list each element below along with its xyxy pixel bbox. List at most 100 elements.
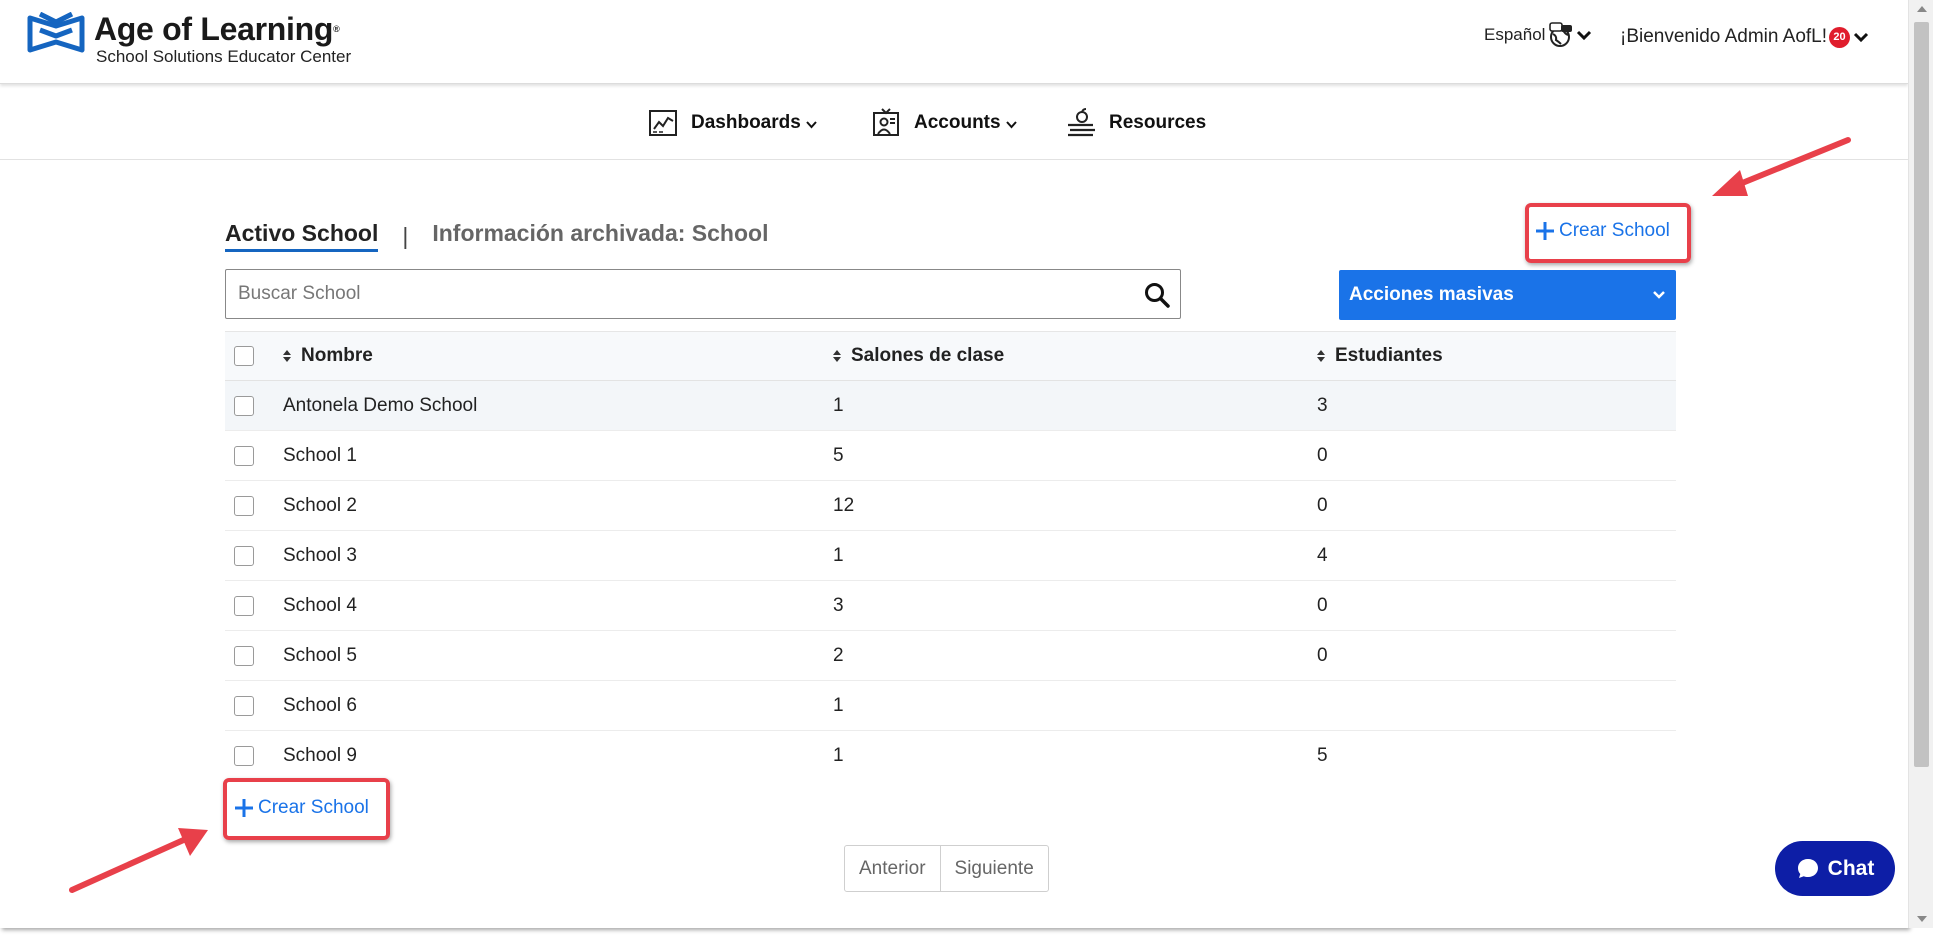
language-label: Español <box>1484 25 1546 44</box>
student-count: 3 <box>1317 394 1328 416</box>
create-school-button-top[interactable]: Crear School <box>1535 220 1670 242</box>
table-row[interactable]: School 3 1 4 <box>225 531 1676 581</box>
classroom-count: 3 <box>833 594 844 616</box>
next-page-button[interactable]: Siguiente <box>939 846 1048 891</box>
tab-archived-schools[interactable]: Información archivada: School <box>432 220 768 252</box>
top-header: Age of Learning® School Solutions Educat… <box>0 0 1908 84</box>
row-checkbox[interactable] <box>234 495 254 516</box>
sort-icon <box>1317 350 1325 362</box>
logo[interactable]: Age of Learning® School Solutions Educat… <box>26 12 351 67</box>
table-row[interactable]: School 5 2 0 <box>225 631 1676 681</box>
table-row[interactable]: School 9 1 5 <box>225 731 1676 781</box>
table-row[interactable]: School 6 1 <box>225 681 1676 731</box>
column-header-classrooms[interactable]: Salones de clase <box>833 345 1004 367</box>
pagination: Anterior Siguiente <box>844 845 1049 892</box>
scroll-up-icon[interactable] <box>1917 6 1927 12</box>
school-name[interactable]: School 2 <box>283 495 357 517</box>
select-all-checkbox[interactable] <box>234 346 254 366</box>
sort-icon <box>833 350 841 362</box>
row-checkbox[interactable] <box>234 595 254 616</box>
browser-page: Age of Learning® School Solutions Educat… <box>0 0 1908 928</box>
search-icon[interactable] <box>1144 282 1170 308</box>
school-tabs: Activo School | Información archivada: S… <box>225 220 768 252</box>
chevron-down-icon <box>1005 120 1017 128</box>
nav-accounts-label: Accounts <box>914 112 1001 133</box>
logo-subtitle: School Solutions Educator Center <box>96 47 352 66</box>
row-checkbox[interactable] <box>234 645 254 666</box>
student-count: 0 <box>1317 494 1328 516</box>
row-checkbox[interactable] <box>234 445 254 466</box>
row-checkbox[interactable] <box>234 695 254 716</box>
table-row[interactable]: Antonela Demo School 1 3 <box>225 381 1676 431</box>
annotation-arrow-bottom <box>69 828 208 893</box>
logo-book-icon <box>27 12 85 53</box>
bulk-actions-dropdown[interactable]: Acciones masivas <box>1339 270 1676 320</box>
student-count: 0 <box>1317 644 1328 666</box>
chevron-down-icon <box>1577 30 1592 41</box>
previous-page-button[interactable]: Anterior <box>845 846 940 891</box>
nav-resources-label: Resources <box>1109 112 1207 133</box>
row-checkbox[interactable] <box>234 545 254 566</box>
nav-dashboards[interactable]: Dashboards <box>647 107 817 139</box>
classroom-count: 1 <box>833 694 844 716</box>
classroom-count: 2 <box>833 644 844 666</box>
table-row[interactable]: School 1 5 0 <box>225 431 1676 481</box>
school-name[interactable]: Antonela Demo School <box>283 395 477 417</box>
table-header-row: Nombre Salones de clase Estudiantes <box>225 331 1676 381</box>
classroom-count: 1 <box>833 544 844 566</box>
school-name[interactable]: School 5 <box>283 645 357 667</box>
classroom-count: 1 <box>833 745 844 766</box>
table-row[interactable]: School 2 12 0 <box>225 481 1676 531</box>
chat-bubble-icon <box>1797 858 1818 878</box>
chevron-down-icon <box>1853 32 1869 43</box>
school-name[interactable]: School 1 <box>283 445 357 467</box>
chart-board-icon <box>649 110 677 136</box>
plus-icon <box>235 799 253 817</box>
search-input[interactable] <box>226 272 1126 316</box>
student-count: 5 <box>1317 745 1328 766</box>
chevron-down-icon <box>806 120 817 128</box>
books-apple-icon <box>1068 108 1095 137</box>
annotation-arrow-top <box>1712 137 1851 196</box>
tab-separator: | <box>402 222 409 249</box>
nav-accounts[interactable]: Accounts <box>870 107 1017 139</box>
scrollbar-thumb[interactable] <box>1914 22 1929 767</box>
language-selector[interactable]: Español <box>1484 22 1592 48</box>
vertical-scrollbar[interactable] <box>1908 0 1933 928</box>
chat-button[interactable]: Chat <box>1775 841 1895 896</box>
create-school-label: Crear School <box>258 797 369 818</box>
create-school-label: Crear School <box>1559 220 1670 241</box>
student-count: 4 <box>1317 544 1328 566</box>
column-header-name-label: Nombre <box>301 345 373 366</box>
teacher-board-icon <box>873 108 899 136</box>
classroom-count: 1 <box>833 394 844 416</box>
student-count: 0 <box>1317 594 1328 616</box>
column-header-students-label: Estudiantes <box>1335 345 1443 366</box>
globe-translate-icon <box>1549 22 1573 47</box>
create-school-button-bottom[interactable]: Crear School <box>234 797 369 819</box>
nav-dashboards-label: Dashboards <box>691 112 801 133</box>
schools-table: Nombre Salones de clase Estudiantes Anto… <box>225 331 1676 781</box>
school-name[interactable]: School 4 <box>283 595 357 617</box>
row-checkbox[interactable] <box>234 746 254 766</box>
user-menu[interactable]: ¡Bienvenido Admin AofL! 20 <box>1620 26 1869 48</box>
student-count: 0 <box>1317 444 1328 466</box>
main-nav: Dashboards Accounts Resources <box>0 85 1908 160</box>
school-name[interactable]: School 9 <box>283 745 357 767</box>
chevron-down-icon <box>1653 291 1665 299</box>
tab-active-schools[interactable]: Activo School <box>225 220 379 252</box>
column-header-students[interactable]: Estudiantes <box>1317 345 1443 367</box>
welcome-text: ¡Bienvenido Admin AofL! <box>1620 26 1828 47</box>
scroll-down-icon[interactable] <box>1917 916 1927 922</box>
logo-title: Age of Learning® <box>94 11 340 47</box>
row-checkbox[interactable] <box>234 395 254 416</box>
table-row[interactable]: School 4 3 0 <box>225 581 1676 631</box>
notification-badge: 20 <box>1829 26 1851 48</box>
nav-resources[interactable]: Resources <box>1065 107 1206 139</box>
school-name[interactable]: School 3 <box>283 545 357 567</box>
column-header-classrooms-label: Salones de clase <box>851 345 1005 366</box>
classroom-count: 5 <box>833 444 844 466</box>
chat-label: Chat <box>1827 856 1875 880</box>
column-header-name[interactable]: Nombre <box>283 345 373 367</box>
school-name[interactable]: School 6 <box>283 695 357 717</box>
